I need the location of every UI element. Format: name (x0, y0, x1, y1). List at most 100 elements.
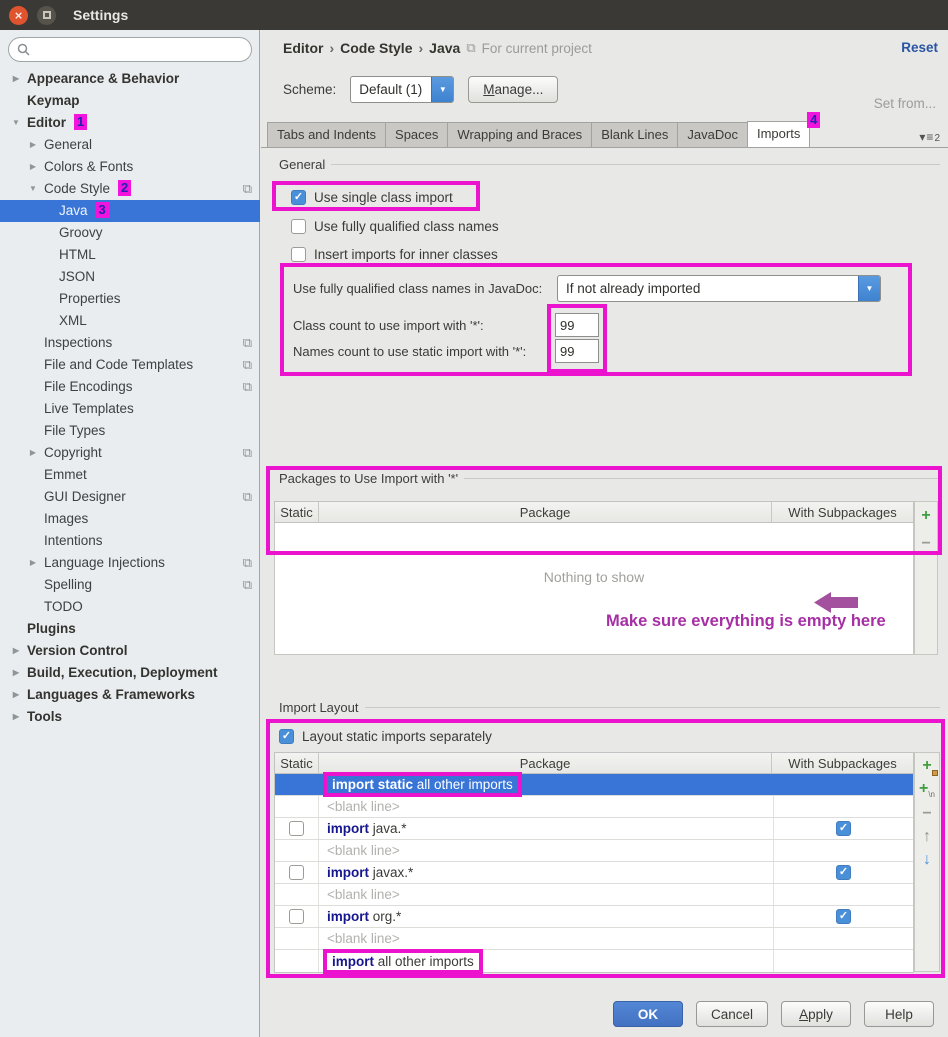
sidebar-item-json[interactable]: JSON (0, 266, 260, 288)
sidebar-item-colors-fonts[interactable]: ▶Colors & Fonts (0, 156, 260, 178)
window-close-button[interactable]: × (9, 6, 28, 25)
use-fully-qualified-class-names-checkbox[interactable] (291, 219, 306, 234)
sidebar-item-java[interactable]: Java3 (0, 200, 260, 222)
remove-button[interactable]: − (922, 806, 931, 822)
tab-javadoc[interactable]: JavaDoc (677, 122, 748, 148)
move-down-button[interactable]: ↓ (923, 852, 931, 868)
sidebar-item-appearance-behavior[interactable]: ▶Appearance & Behavior (0, 68, 260, 90)
sidebar-item-file-encodings[interactable]: File Encodings⧉ (0, 376, 260, 398)
sidebar-item-keymap[interactable]: Keymap (0, 90, 260, 112)
tab-imports[interactable]: Imports4 (747, 121, 810, 148)
reset-link[interactable]: Reset (901, 40, 938, 55)
apply-button[interactable]: Apply (781, 1001, 851, 1027)
sidebar-item-file-types[interactable]: File Types (0, 420, 260, 442)
column-package[interactable]: Package (319, 753, 772, 773)
sidebar-item-languages-frameworks[interactable]: ▶Languages & Frameworks (0, 684, 260, 706)
column-static[interactable]: Static (275, 753, 319, 773)
tab-spaces[interactable]: Spaces (385, 122, 448, 148)
collapse-arrow-icon[interactable]: ▼ (27, 178, 39, 200)
names-count-field[interactable] (555, 339, 599, 363)
import-layout-blank-row[interactable]: <blank line> (275, 884, 913, 906)
import-layout-row[interactable]: import all other imports (275, 950, 913, 972)
column-static[interactable]: Static (275, 502, 319, 522)
expand-arrow-icon[interactable]: ▶ (10, 684, 22, 706)
sidebar-item-tools[interactable]: ▶Tools (0, 706, 260, 728)
sidebar-item-inspections[interactable]: Inspections⧉ (0, 332, 260, 354)
import-layout-blank-row[interactable]: <blank line> (275, 840, 913, 862)
sidebar-item-html[interactable]: HTML (0, 244, 260, 266)
sidebar-item-xml[interactable]: XML (0, 310, 260, 332)
layout-static-imports-checkbox[interactable] (279, 729, 294, 744)
expand-arrow-icon[interactable]: ▶ (10, 662, 22, 684)
sidebar-item-code-style[interactable]: ▼Code Style2⧉ (0, 178, 260, 200)
class-count-field[interactable] (555, 313, 599, 337)
sidebar-item-file-and-code-templates[interactable]: File and Code Templates⧉ (0, 354, 260, 376)
chevron-down-icon[interactable]: ▼ (431, 77, 453, 102)
expand-arrow-icon[interactable]: ▶ (27, 134, 39, 156)
add-blank-line-button[interactable]: +\n (919, 781, 935, 799)
checkbox-row-insert-imports-for-inner-classes[interactable]: Insert imports for inner classes (291, 243, 498, 265)
with-subpackages-checkbox[interactable] (836, 865, 851, 880)
import-layout-row[interactable]: import java.* (275, 818, 913, 840)
sidebar-item-live-templates[interactable]: Live Templates (0, 398, 260, 420)
sidebar-item-groovy[interactable]: Groovy (0, 222, 260, 244)
expand-arrow-icon[interactable]: ▶ (27, 442, 39, 464)
import-layout-row[interactable]: import static all other imports (275, 774, 913, 796)
expand-arrow-icon[interactable]: ▶ (27, 156, 39, 178)
column-package[interactable]: Package (319, 502, 772, 522)
sidebar-item-plugins[interactable]: Plugins (0, 618, 260, 640)
sidebar-item-build-execution-deployment[interactable]: ▶Build, Execution, Deployment (0, 662, 260, 684)
breadcrumb-java[interactable]: Java (429, 40, 460, 56)
with-subpackages-checkbox[interactable] (836, 909, 851, 924)
expand-arrow-icon[interactable]: ▶ (27, 552, 39, 574)
import-layout-blank-row[interactable]: <blank line> (275, 928, 913, 950)
sidebar-item-editor[interactable]: ▼Editor1 (0, 112, 260, 134)
sidebar-item-language-injections[interactable]: ▶Language Injections⧉ (0, 552, 260, 574)
static-checkbox[interactable] (289, 821, 304, 836)
sidebar-item-general[interactable]: ▶General (0, 134, 260, 156)
tab-tabs-and-indents[interactable]: Tabs and Indents (267, 122, 386, 148)
expand-arrow-icon[interactable]: ▶ (10, 706, 22, 728)
sidebar-item-copyright[interactable]: ▶Copyright⧉ (0, 442, 260, 464)
sidebar-item-gui-designer[interactable]: GUI Designer⧉ (0, 486, 260, 508)
tab-blank-lines[interactable]: Blank Lines (591, 122, 678, 148)
layout-static-imports-row[interactable]: Layout static imports separately (279, 729, 492, 744)
expand-arrow-icon[interactable]: ▶ (10, 640, 22, 662)
column-with-subpackages[interactable]: With Subpackages (772, 502, 913, 522)
scheme-combobox[interactable]: Default (1) ▼ (350, 76, 454, 103)
breadcrumb-code-style[interactable]: Code Style (340, 40, 412, 56)
with-subpackages-checkbox[interactable] (836, 821, 851, 836)
breadcrumb-editor[interactable]: Editor (283, 40, 323, 56)
sidebar-item-spelling[interactable]: Spelling⧉ (0, 574, 260, 596)
search-input[interactable] (8, 37, 252, 62)
static-checkbox[interactable] (289, 909, 304, 924)
manage-button[interactable]: Manage... (468, 76, 558, 103)
add-package-button[interactable]: + (922, 758, 931, 774)
sidebar-item-todo[interactable]: TODO (0, 596, 260, 618)
chevron-down-icon[interactable]: ▼ (858, 276, 880, 301)
checkbox-row-use-fully-qualified-class-names[interactable]: Use fully qualified class names (291, 215, 499, 237)
insert-imports-for-inner-classes-checkbox[interactable] (291, 247, 306, 262)
use-single-class-import-checkbox[interactable] (291, 190, 306, 205)
tab-overflow-button[interactable]: ▾≡2 (919, 130, 940, 144)
sidebar-item-images[interactable]: Images (0, 508, 260, 530)
sidebar-item-intentions[interactable]: Intentions (0, 530, 260, 552)
remove-button[interactable]: − (921, 536, 930, 552)
add-button[interactable]: + (921, 508, 930, 524)
sidebar-item-properties[interactable]: Properties (0, 288, 260, 310)
set-from-link[interactable]: Set from... (874, 96, 936, 111)
import-layout-row[interactable]: import org.* (275, 906, 913, 928)
help-button[interactable]: Help (864, 1001, 934, 1027)
sidebar-item-version-control[interactable]: ▶Version Control (0, 640, 260, 662)
import-layout-row[interactable]: import javax.* (275, 862, 913, 884)
packages-table-body[interactable]: Nothing to show (274, 523, 914, 655)
tab-wrapping-and-braces[interactable]: Wrapping and Braces (447, 122, 592, 148)
sidebar-item-emmet[interactable]: Emmet (0, 464, 260, 486)
javadoc-combobox[interactable]: If not already imported ▼ (557, 275, 881, 302)
move-up-button[interactable]: ↑ (923, 829, 931, 845)
collapse-arrow-icon[interactable]: ▼ (10, 112, 22, 134)
window-restore-button[interactable] (37, 6, 56, 25)
static-checkbox[interactable] (289, 865, 304, 880)
expand-arrow-icon[interactable]: ▶ (10, 68, 22, 90)
ok-button[interactable]: OK (613, 1001, 683, 1027)
